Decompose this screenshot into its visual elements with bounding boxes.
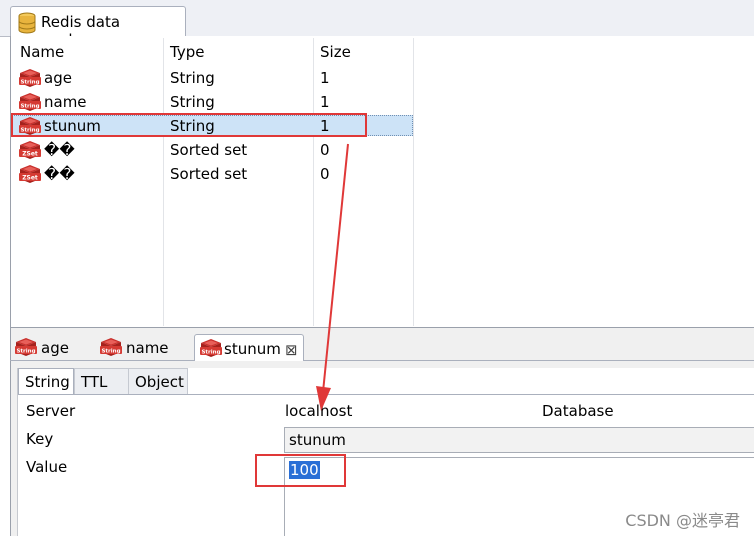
key-label: Key	[26, 430, 54, 448]
value-label: Value	[26, 458, 68, 476]
row-size-cell[interactable]: 1	[320, 69, 330, 87]
tab-ttl-label: TTL	[81, 373, 108, 391]
zset-type-icon: ZSet	[19, 141, 41, 159]
string-type-icon: String	[100, 338, 122, 356]
string-type-icon: String	[200, 339, 222, 357]
key-value: stunum	[289, 431, 346, 449]
tab-object[interactable]: Object	[128, 368, 188, 395]
tab-divider	[18, 394, 754, 395]
editor-tab-name[interactable]: String name	[95, 334, 193, 361]
editor-tab-label: stunum	[224, 340, 281, 358]
column-header-name[interactable]: Name	[20, 43, 64, 61]
svg-text:String: String	[20, 80, 39, 86]
column-header-type[interactable]: Type	[170, 43, 204, 61]
row-name-cell[interactable]: name	[44, 93, 87, 111]
row-size-cell[interactable]: 1	[320, 93, 330, 111]
svg-text:ZSet: ZSet	[22, 175, 38, 182]
row-type-cell[interactable]: String	[170, 93, 215, 111]
svg-text:String: String	[16, 349, 35, 355]
row-type-cell[interactable]: String	[170, 69, 215, 87]
row-name-cell[interactable]: age	[44, 69, 72, 87]
column-separator	[163, 38, 164, 326]
close-tab-icon[interactable]: ⊠	[285, 341, 298, 359]
column-separator	[413, 38, 414, 326]
string-type-icon: String	[15, 338, 37, 356]
string-type-icon: String	[19, 93, 41, 111]
database-icon	[18, 12, 36, 34]
svg-text:ZSet: ZSet	[22, 151, 38, 158]
key-field[interactable]: stunum	[284, 427, 754, 453]
tab-string-label: String	[25, 373, 70, 391]
annotation-box-stunum-row	[11, 113, 367, 137]
tab-ttl[interactable]: TTL	[74, 368, 130, 395]
database-label: Database	[542, 402, 614, 420]
server-label: Server	[26, 402, 76, 420]
row-name-cell[interactable]: ��	[44, 141, 75, 159]
svg-text:String: String	[201, 350, 220, 356]
annotation-box-value	[255, 454, 346, 487]
tab-object-label: Object	[135, 373, 184, 391]
svg-text:String: String	[20, 104, 39, 110]
tab-string[interactable]: String	[18, 368, 74, 395]
editor-tab-label: age	[41, 339, 69, 357]
string-type-icon: String	[19, 69, 41, 87]
row-name-cell[interactable]: ��	[44, 165, 75, 183]
watermark: CSDN @迷亭君	[625, 511, 740, 530]
editor-tab-stunum[interactable]: String stunum ⊠	[194, 334, 304, 361]
editor-tab-label: name	[126, 339, 169, 357]
editor-tab-age[interactable]: String age	[10, 334, 94, 361]
row-type-cell[interactable]: Sorted set	[170, 165, 247, 183]
svg-text:String: String	[101, 349, 120, 355]
zset-type-icon: ZSet	[19, 165, 41, 183]
column-header-size[interactable]: Size	[320, 43, 351, 61]
annotation-arrow	[316, 143, 349, 411]
row-type-cell[interactable]: Sorted set	[170, 141, 247, 159]
redis-explorer-view-tab[interactable]: Redis data explorer	[10, 6, 186, 49]
keys-table	[10, 36, 754, 328]
